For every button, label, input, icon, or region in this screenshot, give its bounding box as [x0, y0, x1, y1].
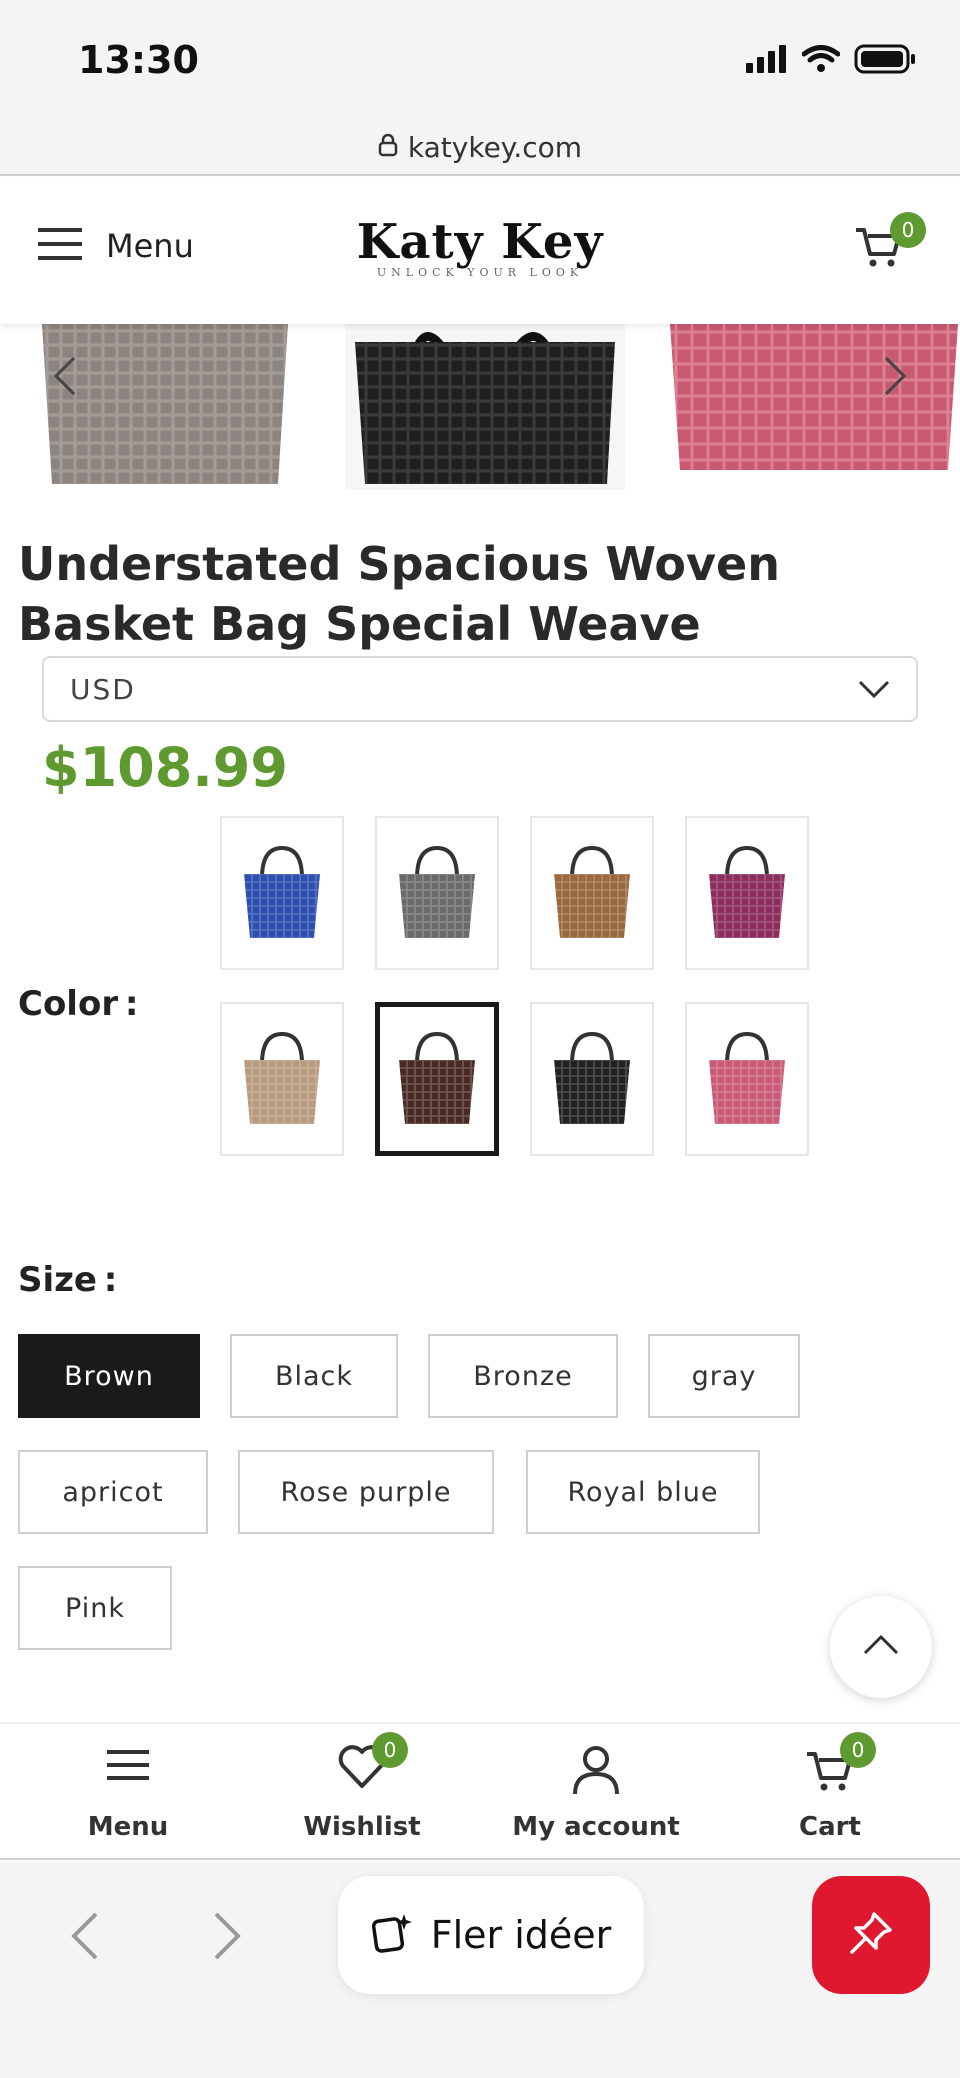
- more-ideas-label: Fler idéer: [430, 1913, 612, 1957]
- product-price: $108.99: [42, 736, 288, 799]
- signal-icon: [746, 45, 788, 77]
- url-bar[interactable]: katykey.com: [0, 120, 960, 176]
- bag-thumbnail: [244, 1031, 320, 1124]
- nav-wishlist[interactable]: 0 Wishlist: [262, 1732, 462, 1842]
- logo-text: Katy Key: [356, 214, 604, 270]
- nav-cart-label: Cart: [799, 1812, 861, 1842]
- more-ideas-button[interactable]: Fler idéer: [338, 1876, 644, 1994]
- bag-thumbnail: [554, 1031, 630, 1124]
- header-cart-badge: 0: [890, 212, 926, 248]
- scroll-to-top-button[interactable]: [830, 1596, 932, 1698]
- currency-value: USD: [70, 672, 136, 706]
- sparkle-cards-icon: [371, 1912, 413, 1958]
- site-header: Menu Katy Key UNLOCK YOUR LOOK 0: [0, 178, 960, 324]
- user-icon: [496, 1744, 696, 1802]
- hamburger-icon: [28, 1744, 228, 1802]
- currency-select[interactable]: USD: [42, 656, 918, 722]
- carousel-image-black[interactable]: [345, 324, 625, 490]
- color-swatch-black[interactable]: [530, 1002, 654, 1156]
- color-swatch-rose-purple[interactable]: [685, 816, 809, 970]
- url-text: katykey.com: [407, 130, 583, 164]
- size-option-bronze[interactable]: Bronze: [428, 1334, 618, 1418]
- pin-button[interactable]: [812, 1876, 930, 1994]
- carousel-next-icon[interactable]: [882, 354, 908, 410]
- wifi-icon: [801, 45, 841, 77]
- cart-icon: [854, 228, 904, 274]
- color-swatch-bronze[interactable]: [530, 816, 654, 970]
- status-bar: 13:30: [0, 0, 960, 120]
- size-option-black[interactable]: Black: [230, 1334, 398, 1418]
- status-time: 13:30: [78, 38, 199, 82]
- color-swatch-brown[interactable]: [375, 1002, 499, 1156]
- heart-icon: 0: [262, 1732, 462, 1802]
- site-logo[interactable]: Katy Key UNLOCK YOUR LOOK: [0, 214, 960, 279]
- browser-back-icon[interactable]: [68, 1910, 100, 1966]
- bottom-nav: Menu 0 Wishlist My account 0 Cart: [0, 1722, 960, 1860]
- carousel-prev-icon[interactable]: [52, 354, 78, 410]
- bag-thumbnail: [399, 1031, 475, 1124]
- color-swatch-royal-blue[interactable]: [220, 816, 344, 970]
- color-swatch-gray[interactable]: [375, 816, 499, 970]
- size-label: Size :: [18, 1260, 118, 1300]
- bag-thumbnail: [709, 845, 785, 938]
- nav-account[interactable]: My account: [496, 1744, 696, 1842]
- bag-thumbnail: [554, 845, 630, 938]
- cart-icon: 0: [730, 1732, 930, 1802]
- color-label: Color :: [18, 984, 139, 1024]
- bag-thumbnail: [399, 845, 475, 938]
- size-option-brown[interactable]: Brown: [18, 1334, 200, 1418]
- logo-tagline: UNLOCK YOUR LOOK: [376, 266, 584, 279]
- product-title: Understated Spacious Woven Basket Bag Sp…: [18, 537, 780, 651]
- nav-menu[interactable]: Menu: [28, 1744, 228, 1842]
- chevron-down-icon: [858, 673, 890, 706]
- cart-badge: 0: [840, 1732, 876, 1768]
- battery-icon: [854, 44, 916, 78]
- pin-icon: [846, 1908, 896, 1962]
- carousel-image-pink[interactable]: [668, 324, 960, 490]
- size-option-royal-blue[interactable]: Royal blue: [526, 1450, 760, 1534]
- header-cart-button[interactable]: 0: [854, 212, 926, 280]
- nav-menu-label: Menu: [87, 1812, 169, 1842]
- color-swatch-pink[interactable]: [685, 1002, 809, 1156]
- chevron-up-icon: [863, 1634, 899, 1660]
- color-swatch-apricot[interactable]: [220, 1002, 344, 1156]
- size-option-rose-purple[interactable]: Rose purple: [238, 1450, 494, 1534]
- image-carousel[interactable]: [0, 324, 960, 500]
- size-option-gray[interactable]: gray: [648, 1334, 800, 1418]
- browser-forward-icon[interactable]: [212, 1910, 244, 1966]
- lock-icon: [378, 133, 398, 161]
- bag-thumbnail: [244, 845, 320, 938]
- nav-account-label: My account: [512, 1812, 680, 1842]
- browser-toolbar: Fler idéer: [0, 1862, 960, 2078]
- bag-thumbnail: [709, 1031, 785, 1124]
- size-option-pink[interactable]: Pink: [18, 1566, 172, 1650]
- nav-cart[interactable]: 0 Cart: [730, 1732, 930, 1842]
- size-option-apricot[interactable]: apricot: [18, 1450, 208, 1534]
- wishlist-badge: 0: [372, 1732, 408, 1768]
- nav-wishlist-label: Wishlist: [303, 1812, 421, 1842]
- status-icons: [746, 44, 916, 78]
